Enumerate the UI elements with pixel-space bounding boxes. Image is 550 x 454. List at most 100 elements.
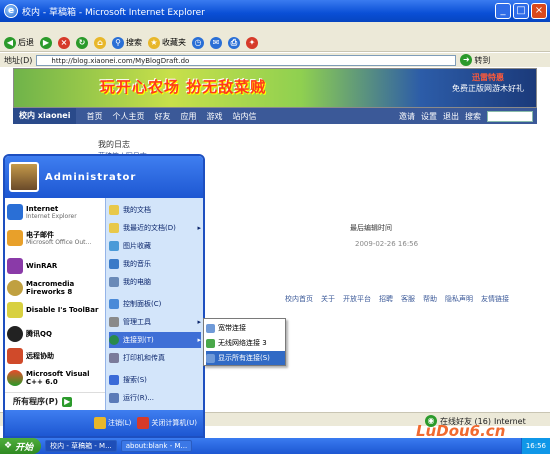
stop-icon: ×	[58, 36, 70, 49]
fireworks-icon	[7, 280, 23, 296]
nav-settings[interactable]: 设置	[421, 111, 437, 122]
music-icon	[109, 259, 119, 269]
ie-toolbar: ◀ 后退 ▶ × ↻ ⌂ ⚲ 搜索 ★ 收藏夹 ◷ ✉ ⎙ ✦	[0, 34, 550, 52]
print-button[interactable]: ⎙	[228, 36, 240, 49]
footer-link[interactable]: 友情链接	[481, 294, 509, 304]
print-icon: ⎙	[228, 36, 240, 49]
start-menu-right-pane: 我的文档 我最近的文档(D) ▸ 图片收藏 我的音乐 我的电脑 控制面板(C) 管…	[105, 198, 203, 410]
draft-date: 2009-02-26 16:56	[355, 240, 419, 248]
forward-button[interactable]: ▶	[40, 36, 52, 49]
start-right-run[interactable]: 运行(R)...	[109, 390, 201, 406]
network-icon	[206, 323, 215, 333]
start-right-pictures[interactable]: 图片收藏	[109, 238, 201, 254]
avatar	[9, 162, 39, 192]
submenu-wireless[interactable]: 无线网络连接 3	[206, 336, 285, 350]
footer-link[interactable]: 校内首页	[285, 294, 313, 304]
messenger-icon: ✦	[246, 36, 258, 49]
refresh-button[interactable]: ↻	[76, 36, 88, 49]
start-item-winrar[interactable]: WinRAR	[7, 254, 103, 278]
start-button[interactable]: ❖ 开始	[0, 438, 42, 454]
mail-icon: ✉	[210, 36, 222, 49]
address-label: 地址(D)	[4, 55, 33, 65]
all-programs-button[interactable]: 所有程序(P) ▶	[5, 392, 105, 410]
nav-invite[interactable]: 邀请	[399, 111, 415, 122]
start-right-printers[interactable]: 打印机和传真	[109, 350, 201, 366]
logoff-button[interactable]: 注销(L)	[94, 417, 131, 429]
taskbar-task-blog[interactable]: 校内 - 草稿箱 - M...	[45, 440, 117, 452]
shutdown-button[interactable]: 关闭计算机(U)	[137, 417, 197, 429]
menu-bar	[0, 22, 550, 34]
start-item-toolbar[interactable]: Disable I's ToolBar	[7, 298, 103, 322]
user-name: Administrator	[45, 171, 137, 183]
nav-profile[interactable]: 个人主页	[112, 111, 144, 122]
clock[interactable]: 16:56	[526, 442, 546, 450]
site-search-input[interactable]	[487, 110, 533, 122]
outlook-icon	[7, 230, 23, 246]
go-button[interactable]: ➜ 转到	[460, 54, 490, 66]
qq-penguin-icon	[7, 326, 23, 342]
ie-logo-icon: e	[4, 4, 18, 18]
nav-apps[interactable]: 应用	[180, 111, 196, 122]
chevron-right-icon: ▸	[197, 336, 201, 344]
footer-link[interactable]: 隐私声明	[445, 294, 473, 304]
power-icon	[137, 417, 150, 429]
submenu-show-all[interactable]: 显示所有连接(S)	[206, 351, 285, 365]
stop-button[interactable]: ×	[58, 36, 70, 49]
start-right-admin-tools[interactable]: 管理工具 ▸	[109, 314, 201, 330]
page-title: 我的日志	[98, 140, 130, 149]
close-button[interactable]: ×	[531, 3, 547, 19]
nav-logout[interactable]: 退出	[443, 111, 459, 122]
back-button[interactable]: ◀ 后退	[4, 36, 34, 49]
start-item-remote-assist[interactable]: 远程协助	[7, 344, 103, 368]
history-button[interactable]: ◷	[192, 36, 204, 49]
start-right-music[interactable]: 我的音乐	[109, 256, 201, 272]
admin-tools-icon	[109, 317, 119, 327]
start-right-search[interactable]: 搜索(S)	[109, 372, 201, 388]
footer-link[interactable]: 关于	[321, 294, 335, 304]
start-right-connect-to[interactable]: 连接到(T) ▸	[109, 332, 201, 348]
start-item-visual-cpp[interactable]: Microsoft Visual C++ 6.0	[7, 366, 103, 390]
nav-messages[interactable]: 站内信	[232, 111, 256, 122]
home-button[interactable]: ⌂	[94, 36, 106, 49]
search-button[interactable]: ⚲ 搜索	[112, 36, 142, 49]
window-titlebar[interactable]: e 校内 - 草稿箱 - Microsoft Internet Explorer…	[0, 0, 550, 22]
banner-right-line1: 迅雷特惠	[472, 73, 504, 82]
start-item-fireworks[interactable]: Macromedia Fireworks 8	[7, 276, 103, 300]
all-programs-arrow-icon: ▶	[62, 396, 73, 407]
footer-link[interactable]: 客服	[401, 294, 415, 304]
connect-to-submenu: 宽带连接 无线网络连接 3 显示所有连接(S)	[203, 318, 286, 366]
taskbar-task-blank[interactable]: about:blank - M...	[120, 440, 193, 452]
nav-games[interactable]: 游戏	[206, 111, 222, 122]
submenu-broadband[interactable]: 宽带连接	[206, 321, 285, 335]
mail-button[interactable]: ✉	[210, 36, 222, 49]
computer-icon	[109, 277, 119, 287]
address-input[interactable]: http://blog.xiaonei.com/MyBlogDraft.do	[36, 54, 457, 66]
search-label: 搜索	[465, 111, 481, 121]
start-right-my-documents[interactable]: 我的文档	[109, 202, 201, 218]
remote-assist-icon	[7, 348, 23, 364]
footer-link[interactable]: 招聘	[379, 294, 393, 304]
nav-home[interactable]: 首页	[86, 111, 102, 122]
search-icon: ⚲	[112, 36, 124, 49]
start-item-internet[interactable]: Internet Internet Explorer	[7, 200, 103, 224]
folder-icon	[109, 205, 119, 215]
start-item-email[interactable]: 电子邮件 Microsoft Office Out...	[7, 226, 103, 250]
start-right-my-computer[interactable]: 我的电脑	[109, 274, 201, 290]
footer-link[interactable]: 帮助	[423, 294, 437, 304]
banner-right-ad[interactable]: 迅雷特惠 免费正版网游木好礼	[450, 72, 526, 102]
minimize-button[interactable]: _	[495, 3, 511, 19]
ie-icon	[7, 204, 23, 220]
winrar-icon	[7, 258, 23, 274]
site-logo[interactable]: 校内 xiaonei	[13, 108, 77, 124]
toolbar-icon	[7, 302, 23, 318]
favorites-button[interactable]: ★ 收藏夹	[148, 36, 186, 49]
start-menu-left-pane: Internet Internet Explorer 电子邮件 Microsoft …	[5, 198, 105, 410]
start-right-control-panel[interactable]: 控制面板(C)	[109, 296, 201, 312]
chevron-right-icon: ▸	[197, 318, 201, 326]
messenger-button[interactable]: ✦	[246, 36, 258, 49]
maximize-button[interactable]: □	[513, 3, 529, 19]
footer-link[interactable]: 开放平台	[343, 294, 371, 304]
start-right-recent-docs[interactable]: 我最近的文档(D) ▸	[109, 220, 201, 236]
start-item-qq[interactable]: 腾讯QQ	[7, 322, 103, 346]
nav-friends[interactable]: 好友	[154, 111, 170, 122]
